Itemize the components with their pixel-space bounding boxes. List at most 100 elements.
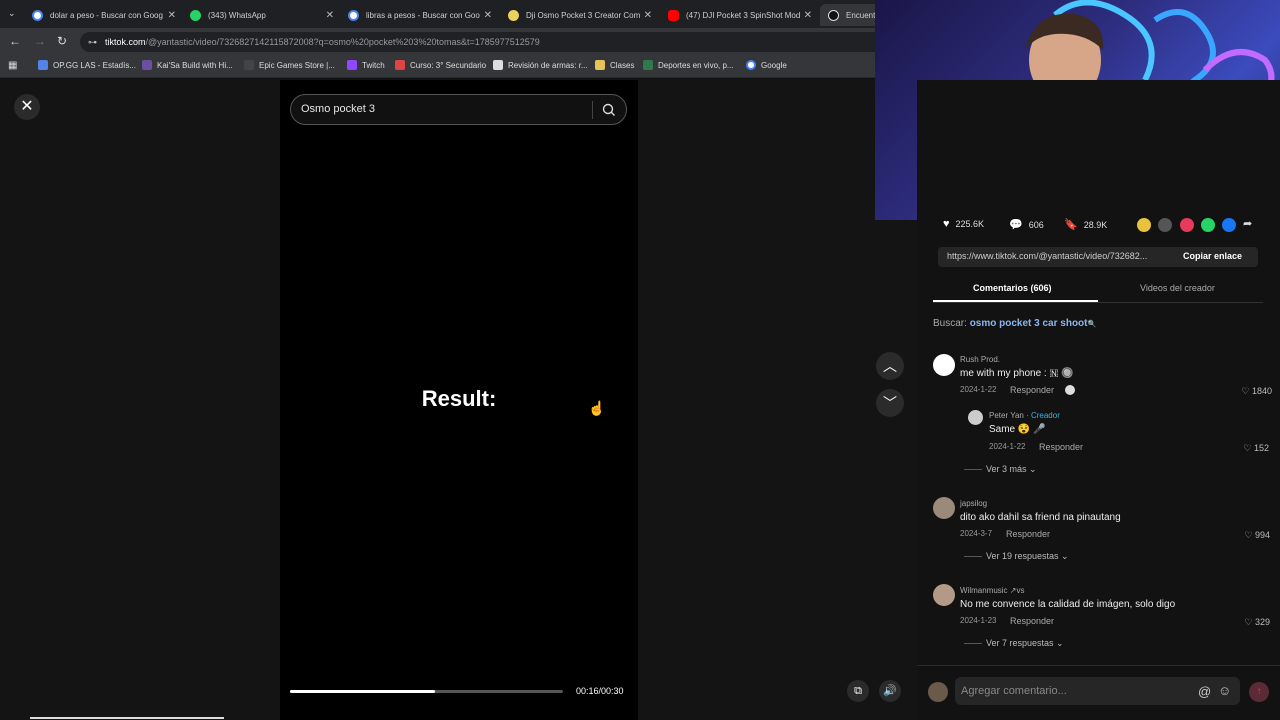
comment-date: 2024-1-22 xyxy=(960,385,997,394)
whatsapp-share-icon[interactable] xyxy=(1201,218,1215,232)
bookmark-kaisa[interactable]: Kai'Sa Build with Hi... xyxy=(142,60,233,70)
bookmark-twitch[interactable]: Twitch xyxy=(347,60,385,70)
comment-likes[interactable]: ♡ 329 xyxy=(1220,617,1270,628)
save-button[interactable]: 🔖 28.9K xyxy=(1064,218,1107,231)
close-video-button[interactable]: ✕ xyxy=(14,94,40,120)
close-tab-icon[interactable]: ✕ xyxy=(484,10,492,21)
video-link[interactable]: https://www.tiktok.com/@yantastic/video/… xyxy=(947,251,1172,261)
comment-text: No me convence la calidad de imágen, sol… xyxy=(960,599,1176,610)
comment-likes[interactable]: ♡ 152 xyxy=(1220,443,1269,454)
reply-button[interactable]: Responder xyxy=(1006,529,1050,539)
tiktok-icon xyxy=(828,9,839,21)
comment-likes[interactable]: ♡ 1840 xyxy=(1220,386,1272,397)
comment-date: 2024-1-22 xyxy=(989,442,1026,451)
emoji-share-icon[interactable] xyxy=(1137,218,1151,232)
forward-icon[interactable]: → xyxy=(34,34,46,48)
close-tab-icon[interactable]: ✕ xyxy=(326,10,334,21)
avatar[interactable] xyxy=(933,497,955,519)
video-search-box[interactable]: Osmo pocket 3 xyxy=(290,94,627,125)
reply-button[interactable]: Responder xyxy=(1010,616,1054,626)
reply-button[interactable]: Responder xyxy=(1010,385,1054,395)
tab-list-chevron-icon[interactable]: ⌄ xyxy=(8,8,16,19)
search-icon[interactable] xyxy=(601,102,617,118)
site-info-icon[interactable]: ⊶ xyxy=(88,32,97,52)
comment-username[interactable]: Rush Prod. xyxy=(960,355,1000,364)
send-comment-button[interactable]: ↑ xyxy=(1249,682,1269,702)
deportes-icon xyxy=(643,60,653,70)
bookmark-clases[interactable]: Clases xyxy=(595,60,634,70)
heart-icon: ♥ xyxy=(943,218,950,230)
bookmark-deportes[interactable]: Deportes en vivo, p... xyxy=(643,60,734,70)
video-progress-bar[interactable] xyxy=(290,690,563,693)
comment-text: dito ako dahil sa friend na pinautang xyxy=(960,512,1121,523)
bookmark-epic[interactable]: Epic Games Store |... xyxy=(244,60,335,70)
apps-grid-icon[interactable]: ▦ xyxy=(8,60,17,71)
previous-video-button[interactable]: ︿ xyxy=(876,352,904,380)
comment-username[interactable]: Wilmanmusic ↗vs xyxy=(960,586,1024,595)
tab-comments[interactable]: Comentarios (606) xyxy=(973,283,1052,293)
heart-outline-icon: ♡ xyxy=(1244,617,1255,627)
emoji-icon[interactable]: ☺ xyxy=(1218,683,1231,698)
close-tab-icon[interactable]: ✕ xyxy=(804,10,812,21)
google-icon xyxy=(746,60,756,70)
next-video-button[interactable]: ﹀ xyxy=(876,389,904,417)
revision-icon xyxy=(493,60,503,70)
forward-share-icon[interactable]: ➦ xyxy=(1243,217,1257,231)
tab-youtube[interactable]: (47) DJI Pocket 3 SpinShot Mod ✕ xyxy=(660,4,818,26)
video-link-box: https://www.tiktok.com/@yantastic/video/… xyxy=(938,247,1258,267)
view-more-replies[interactable]: Ver 3 más ⌄ xyxy=(964,464,1037,475)
bookmark-opgg[interactable]: OP.GG LAS - Estadís... xyxy=(38,60,136,70)
comment-button[interactable]: 💬 606 xyxy=(1009,218,1044,231)
comment-username[interactable]: japsilog xyxy=(960,499,987,508)
search-small-icon: 🔍 xyxy=(1087,321,1097,328)
comment-date: 2024-1-23 xyxy=(960,616,997,625)
google-icon xyxy=(32,9,43,21)
send-share-icon[interactable] xyxy=(1180,218,1194,232)
bookmark-icon: 🔖 xyxy=(1064,219,1078,231)
divider xyxy=(964,556,982,558)
heart-outline-icon: ♡ xyxy=(1241,386,1252,396)
epic-games-icon xyxy=(244,60,254,70)
reply-button[interactable]: Responder xyxy=(1039,442,1083,452)
panel-tabs: Comentarios (606) Videos del creador xyxy=(933,281,1263,303)
avatar xyxy=(928,682,948,702)
close-tab-icon[interactable]: ✕ xyxy=(168,10,176,21)
bookmark-google[interactable]: Google xyxy=(746,60,787,70)
bookmark-curso[interactable]: Curso: 3° Secundario xyxy=(395,60,486,70)
copy-link-button[interactable]: Copiar enlace xyxy=(1183,251,1242,261)
heart-outline-icon: ♡ xyxy=(1244,530,1255,540)
taskbar-indicator xyxy=(30,717,224,719)
comment-username[interactable]: Peter Yan · Creador xyxy=(989,411,1060,420)
bookmark-revision[interactable]: Revisión de armas: r... xyxy=(493,60,588,70)
heart-outline-icon: ♡ xyxy=(1243,443,1254,453)
pip-button[interactable]: ⧉ xyxy=(847,680,869,702)
tab-whatsapp[interactable]: (343) WhatsApp ✕ xyxy=(182,4,340,26)
volume-button[interactable]: 🔊 xyxy=(879,680,901,702)
close-tab-icon[interactable]: ✕ xyxy=(644,10,652,21)
avatar[interactable] xyxy=(933,584,955,606)
tab-dji[interactable]: Dji Osmo Pocket 3 Creator Com ✕ xyxy=(500,4,658,26)
mention-icon[interactable]: @ xyxy=(1198,684,1211,699)
mouse-cursor-icon: ☝ xyxy=(588,400,606,416)
reload-icon[interactable]: ↻ xyxy=(57,34,67,48)
tab-dolar[interactable]: dolar a peso - Buscar con Goog ✕ xyxy=(24,4,182,26)
view-more-replies[interactable]: Ver 7 respuestas ⌄ xyxy=(964,638,1064,649)
tab-creator-videos[interactable]: Videos del creador xyxy=(1140,283,1215,293)
creator-liked-avatar xyxy=(1065,385,1075,395)
like-button[interactable]: ♥ 225.6K xyxy=(943,218,984,230)
search-input[interactable]: Osmo pocket 3 xyxy=(301,103,375,115)
embed-icon[interactable] xyxy=(1158,218,1172,232)
avatar[interactable] xyxy=(968,410,983,425)
active-tab-underline xyxy=(933,300,1098,302)
avatar[interactable] xyxy=(933,354,955,376)
view-more-replies[interactable]: Ver 19 respuestas ⌄ xyxy=(964,551,1069,562)
creator-badge: · Creador xyxy=(1026,411,1060,420)
tab-libras[interactable]: libras a pesos - Buscar con Goo ✕ xyxy=(340,4,498,26)
back-icon[interactable]: ← xyxy=(9,34,21,48)
opgg-icon xyxy=(38,60,48,70)
search-divider xyxy=(592,101,593,119)
search-suggestion[interactable]: Buscar: osmo pocket 3 car shoot🔍 xyxy=(933,318,1096,329)
comment-likes[interactable]: ♡ 994 xyxy=(1220,530,1270,541)
facebook-share-icon[interactable] xyxy=(1222,218,1236,232)
curso-icon xyxy=(395,60,405,70)
